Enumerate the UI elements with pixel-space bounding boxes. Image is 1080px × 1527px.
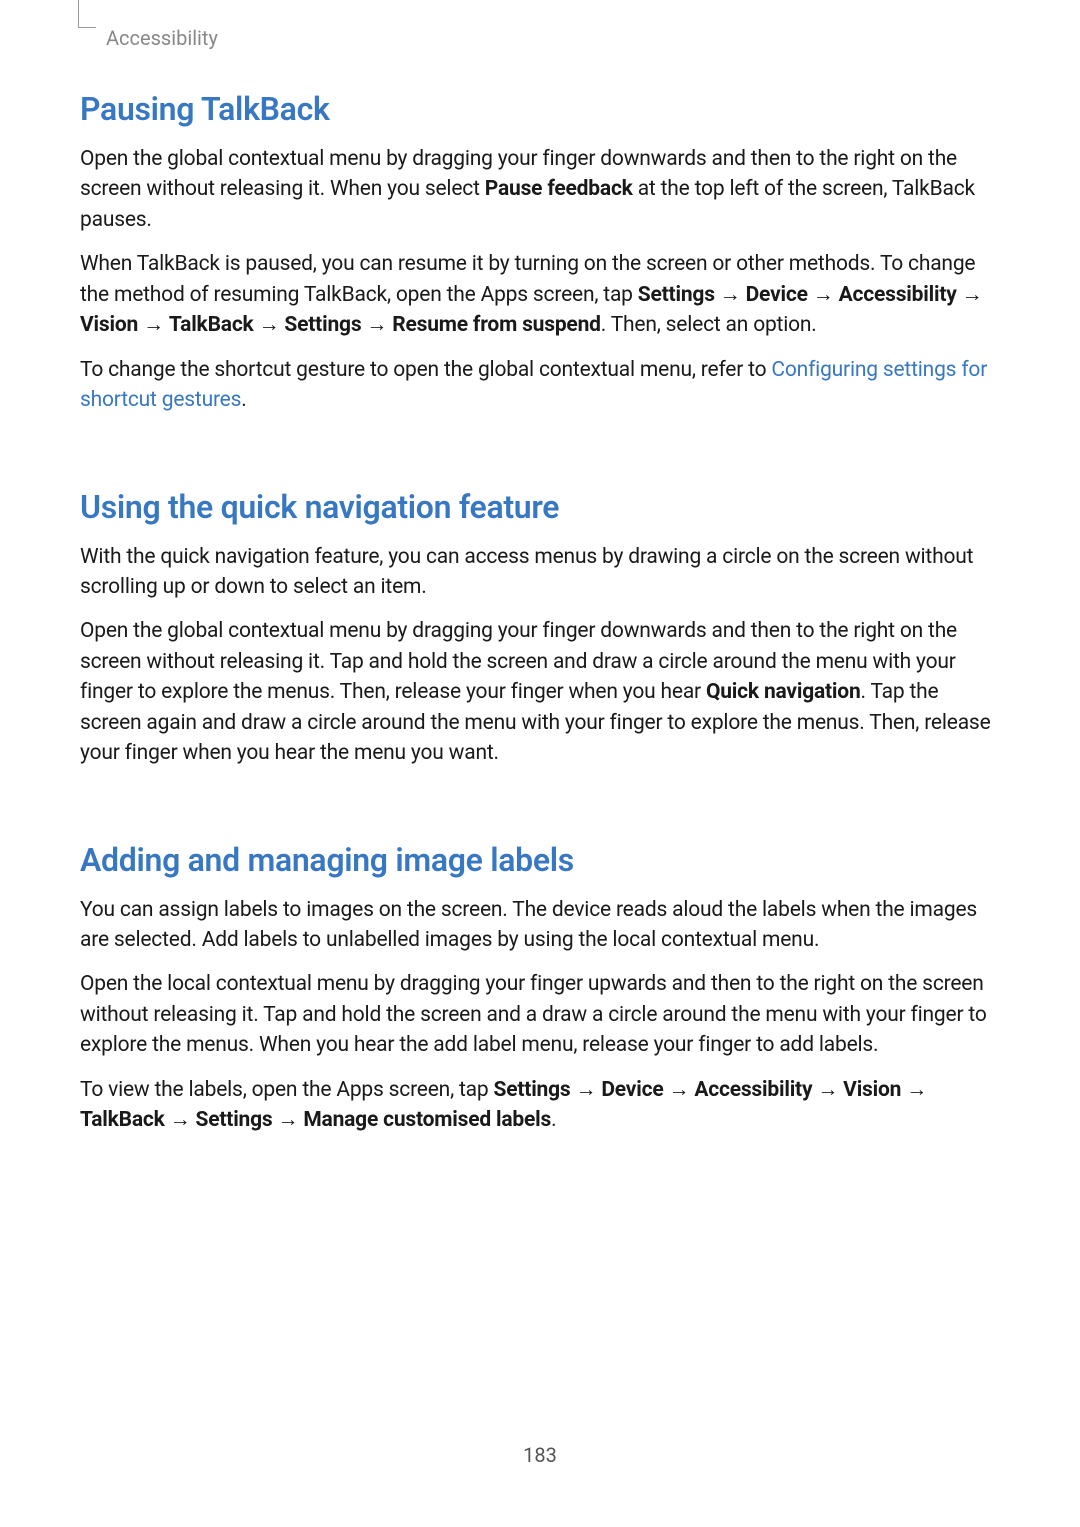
text: . [241, 388, 246, 412]
bold-manage-labels: Manage customised labels [303, 1108, 551, 1132]
arrow: → [361, 313, 392, 337]
para-pause-3: To change the shortcut gesture to open t… [80, 355, 1000, 416]
text: To change the shortcut gesture to open t… [80, 358, 771, 382]
para-labels-2: Open the local contextual menu by draggi… [80, 969, 1000, 1060]
arrow: → [273, 1108, 304, 1132]
bold-vision: Vision [80, 313, 138, 337]
bold-accessibility-b: Accessibility [694, 1078, 812, 1102]
arrow: → [663, 1078, 694, 1102]
heading-image-labels: Adding and managing image labels [80, 841, 1000, 879]
heading-pausing-talkback: Pausing TalkBack [80, 90, 1000, 128]
para-labels-3: To view the labels, open the Apps screen… [80, 1075, 1000, 1136]
header-marker [78, 0, 96, 28]
bold-settings-b: Settings [494, 1078, 571, 1102]
para-quicknav-2: Open the global contextual menu by dragg… [80, 616, 1000, 768]
bold-quick-navigation: Quick navigation [706, 680, 861, 704]
arrow: → [254, 313, 285, 337]
bold-settings-c: Settings [196, 1108, 273, 1132]
arrow: → [715, 283, 746, 307]
text: . Then, select an option. [601, 313, 817, 337]
bold-device: Device [746, 283, 808, 307]
bold-talkback-b: TalkBack [80, 1108, 165, 1132]
bold-device-b: Device [601, 1078, 663, 1102]
arrow: → [165, 1108, 196, 1132]
bold-accessibility: Accessibility [839, 283, 957, 307]
bold-pause-feedback: Pause feedback [485, 177, 633, 201]
page-number: 183 [0, 1443, 1080, 1467]
para-quicknav-1: With the quick navigation feature, you c… [80, 542, 1000, 603]
bold-settings2: Settings [284, 313, 361, 337]
bold-settings: Settings [638, 283, 715, 307]
para-pause-2: When TalkBack is paused, you can resume … [80, 249, 1000, 340]
page-content: Pausing TalkBack Open the global context… [80, 90, 1000, 1150]
bold-vision-b: Vision [843, 1078, 901, 1102]
bold-talkback: TalkBack [169, 313, 254, 337]
bold-resume: Resume from suspend [392, 313, 601, 337]
text: To view the labels, open the Apps screen… [80, 1078, 494, 1102]
header-section-label: Accessibility [106, 26, 218, 50]
para-pause-1: Open the global contextual menu by dragg… [80, 144, 1000, 235]
text: . [551, 1108, 556, 1132]
arrow: → [808, 283, 839, 307]
heading-quick-navigation: Using the quick navigation feature [80, 488, 1000, 526]
arrow: → [901, 1078, 927, 1102]
arrow: → [138, 313, 169, 337]
arrow: → [571, 1078, 602, 1102]
arrow: → [812, 1078, 843, 1102]
para-labels-1: You can assign labels to images on the s… [80, 895, 1000, 956]
arrow: → [957, 283, 983, 307]
